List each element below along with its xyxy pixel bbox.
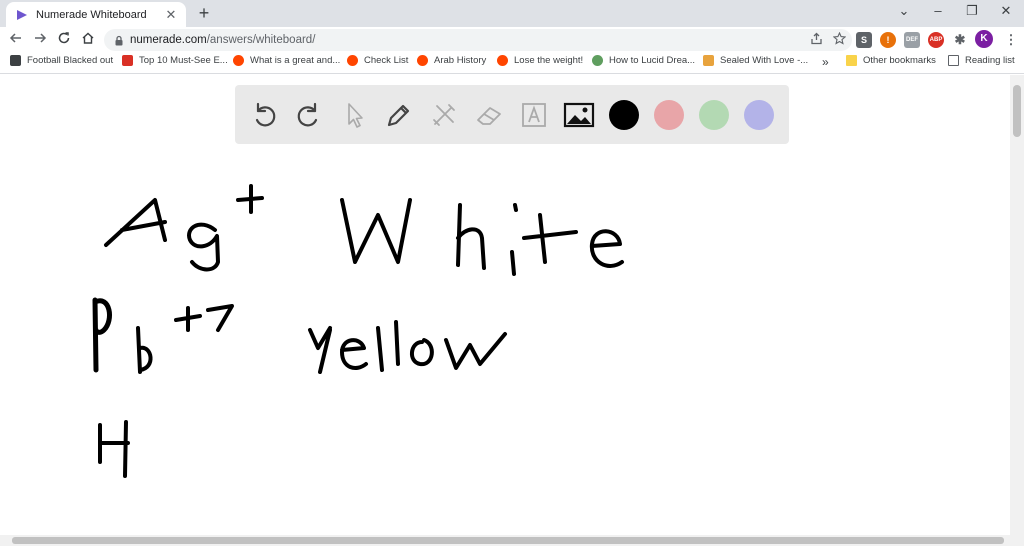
- bookmarks-bar: Football Blacked out Top 10 Must-See E..…: [0, 52, 1024, 74]
- minimize-button[interactable]: –: [928, 3, 948, 18]
- reddit-icon: [347, 55, 358, 66]
- ink-stroke-o: [410, 338, 434, 367]
- bookmark-item[interactable]: Lose the weight!: [497, 55, 583, 66]
- bookmark-item[interactable]: Football Blacked out: [10, 55, 113, 66]
- ink-stroke-i-dot: [513, 203, 518, 212]
- url-text: numerade.com/answers/whiteboard/: [130, 34, 316, 46]
- tab-numerade-whiteboard[interactable]: Numerade Whiteboard ✕: [6, 2, 186, 27]
- address-bar[interactable]: numerade.com/answers/whiteboard/: [104, 29, 852, 51]
- forward-button[interactable]: [30, 30, 50, 50]
- ink-stroke-g: [187, 222, 220, 272]
- ink-stroke-h: [456, 203, 486, 270]
- ink-stroke-e: [589, 229, 624, 268]
- bookmark-favicon-icon: [122, 55, 133, 66]
- reddit-icon: [417, 55, 428, 66]
- extension-def-icon[interactable]: DEF: [904, 32, 920, 48]
- reload-button[interactable]: [54, 30, 74, 50]
- menu-dots-icon[interactable]: ⋮: [1003, 32, 1019, 48]
- horizontal-scrollbar[interactable]: [0, 535, 1024, 546]
- tab-close-icon[interactable]: ✕: [162, 7, 180, 23]
- omnibox-actions: [810, 32, 846, 45]
- other-bookmarks-folder[interactable]: Other bookmarks: [846, 55, 936, 66]
- handwritten-ink: [92, 184, 624, 478]
- ink-stroke-l2: [394, 320, 400, 366]
- extension-s-icon[interactable]: S: [856, 32, 872, 48]
- bookmark-star-icon[interactable]: [833, 32, 846, 45]
- ink-stroke-y: [308, 326, 332, 374]
- browser-chrome: Numerade Whiteboard ✕ + ⌄ – ❐ ✕ numerade…: [0, 0, 1024, 75]
- ink-stroke-a: [104, 198, 167, 247]
- reading-list-icon: [948, 55, 959, 66]
- ink-stroke-w: [340, 198, 412, 264]
- forward-arrow-icon: [35, 33, 47, 43]
- restore-button[interactable]: ❐: [962, 3, 982, 19]
- share-icon[interactable]: [810, 32, 823, 45]
- bookmark-item[interactable]: How to Lucid Drea...: [592, 55, 695, 66]
- back-arrow-icon: [9, 33, 21, 43]
- bookmarks-overflow-button[interactable]: »: [822, 55, 829, 69]
- extension-alert-icon[interactable]: !: [880, 32, 896, 48]
- bookmark-item[interactable]: Top 10 Must-See E...: [122, 55, 228, 66]
- ink-stroke-h2: [98, 420, 130, 478]
- bookmark-item[interactable]: Sealed With Love -...: [703, 55, 808, 66]
- back-button[interactable]: [6, 30, 26, 50]
- folder-icon: [846, 55, 857, 66]
- new-tab-button[interactable]: +: [193, 3, 215, 24]
- reddit-icon: [233, 55, 244, 66]
- ink-stroke-t: [522, 213, 578, 264]
- whiteboard-canvas[interactable]: [0, 75, 1010, 535]
- reading-list-button[interactable]: Reading list: [948, 55, 1015, 66]
- home-icon: [82, 32, 94, 44]
- bookmark-item[interactable]: What is a great and...: [233, 55, 340, 66]
- home-button[interactable]: [78, 30, 98, 50]
- tab-title: Numerade Whiteboard: [36, 8, 147, 21]
- adblock-icon[interactable]: ABP: [928, 32, 944, 48]
- ink-stroke-l1: [376, 326, 384, 372]
- ink-stroke-plus: [236, 184, 264, 214]
- bookmark-item[interactable]: Check List: [347, 55, 408, 66]
- ink-stroke-2: [206, 304, 234, 332]
- reload-icon: [58, 32, 70, 44]
- tab-strip: Numerade Whiteboard ✕ + ⌄ – ❐ ✕: [0, 0, 1024, 27]
- ink-stroke-i: [510, 250, 516, 276]
- bookmark-favicon-icon: [703, 55, 714, 66]
- bookmark-favicon-icon: [10, 55, 21, 66]
- reddit-icon: [497, 55, 508, 66]
- ink-stroke-p: [92, 297, 112, 373]
- bookmark-item[interactable]: Arab History: [417, 55, 486, 66]
- horizontal-scroll-thumb[interactable]: [12, 537, 1004, 544]
- extensions-puzzle-icon[interactable]: ✱: [952, 32, 968, 48]
- vertical-scroll-thumb[interactable]: [1013, 85, 1021, 137]
- ink-stroke-plus2: [174, 306, 202, 332]
- lock-icon: [115, 35, 123, 45]
- tab-search-icon[interactable]: ⌄: [894, 3, 914, 19]
- profile-avatar[interactable]: K: [975, 30, 993, 48]
- browser-toolbar: numerade.com/answers/whiteboard/ S ! DEF…: [0, 27, 1024, 52]
- ink-stroke-b: [136, 326, 153, 374]
- ink-stroke-w2: [444, 332, 507, 370]
- ink-stroke-e2: [340, 338, 368, 370]
- close-window-button[interactable]: ✕: [996, 3, 1016, 19]
- vertical-scrollbar[interactable]: [1010, 75, 1024, 535]
- bookmark-favicon-icon: [592, 55, 603, 66]
- numerade-logo-icon: [17, 9, 27, 20]
